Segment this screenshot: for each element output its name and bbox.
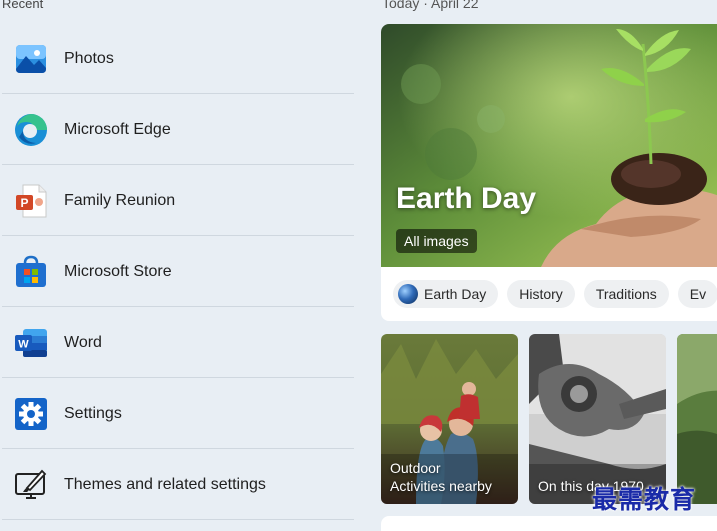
chip-label: History [519, 286, 563, 302]
recent-item-label: Microsoft Edge [64, 120, 171, 138]
card-on-this-day[interactable]: On this day 1970 [529, 334, 666, 504]
card-partial[interactable] [677, 334, 717, 504]
all-images-button[interactable]: All images [396, 229, 477, 253]
recent-item-word[interactable]: W Word [2, 308, 354, 378]
recent-heading: Recent [2, 0, 44, 11]
recent-item-label: Settings [64, 404, 122, 422]
recent-item-family-reunion[interactable]: P Family Reunion [2, 166, 354, 236]
topic-chips: Earth Day History Traditions Ev [393, 280, 717, 308]
store-icon [14, 255, 48, 289]
globe-icon [398, 284, 418, 304]
themes-icon [14, 468, 48, 502]
svg-text:P: P [20, 196, 28, 210]
hero-title: Earth Day [396, 182, 537, 215]
recent-item-label: Themes and related settings [64, 475, 266, 493]
chip-events[interactable]: Ev [677, 280, 717, 308]
chip-traditions[interactable]: Traditions [583, 280, 669, 308]
recent-item-themes[interactable]: Themes and related settings [2, 450, 354, 520]
recent-item-label: Photos [64, 49, 114, 67]
recent-panel: Recent Photos Microsoft Edge P Family Re… [0, 0, 356, 531]
feed-panel: Today · April 22 Earth Day All images Ea… [356, 0, 717, 531]
chip-label: Ev [689, 286, 707, 302]
recent-item-store[interactable]: Microsoft Store [2, 237, 354, 307]
card-image [677, 334, 717, 504]
edge-icon [14, 113, 48, 147]
earth-day-hero-card[interactable]: Earth Day All images Earth Day History T… [381, 24, 717, 321]
recent-item-label: Word [64, 333, 102, 351]
next-card[interactable] [381, 516, 717, 531]
powerpoint-file-icon: P [14, 184, 48, 218]
chip-earth-day[interactable]: Earth Day [393, 280, 499, 308]
word-icon: W [14, 326, 48, 360]
recent-item-label: Microsoft Store [64, 262, 172, 280]
feed-date: Today · April 22 [382, 0, 479, 11]
chip-label: Traditions [595, 286, 657, 302]
caption-line: Outdoor [390, 460, 441, 476]
recent-item-edge[interactable]: Microsoft Edge [2, 95, 354, 165]
watermark-text: 最需教育 [592, 485, 697, 514]
gear-icon [14, 397, 48, 431]
recent-item-label: Family Reunion [64, 191, 176, 209]
recent-item-settings[interactable]: Settings [2, 379, 354, 449]
chip-label: Earth Day [424, 286, 487, 302]
caption-line: Activities nearby [390, 478, 492, 494]
photos-icon [14, 42, 48, 76]
card-outdoor-activities[interactable]: Outdoor Activities nearby [381, 334, 518, 504]
card-caption: Outdoor Activities nearby [390, 459, 492, 495]
svg-text:W: W [18, 338, 29, 350]
recent-item-photos[interactable]: Photos [2, 24, 354, 94]
chip-history[interactable]: History [507, 280, 575, 308]
